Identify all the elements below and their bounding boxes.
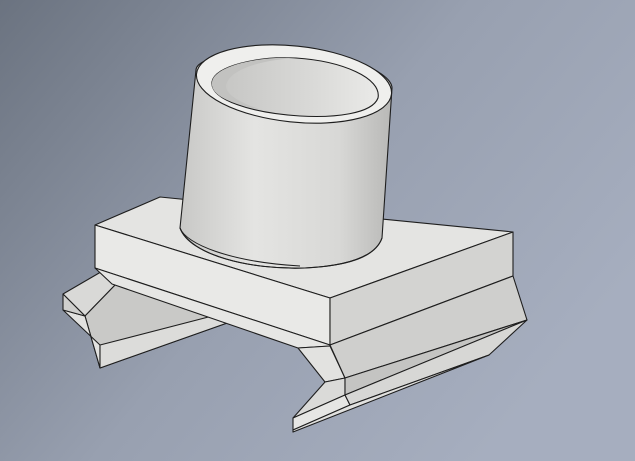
model-canvas[interactable] bbox=[0, 0, 635, 461]
hollow-cylinder[interactable] bbox=[179, 36, 395, 269]
cad-3d-viewport[interactable] bbox=[0, 0, 635, 461]
